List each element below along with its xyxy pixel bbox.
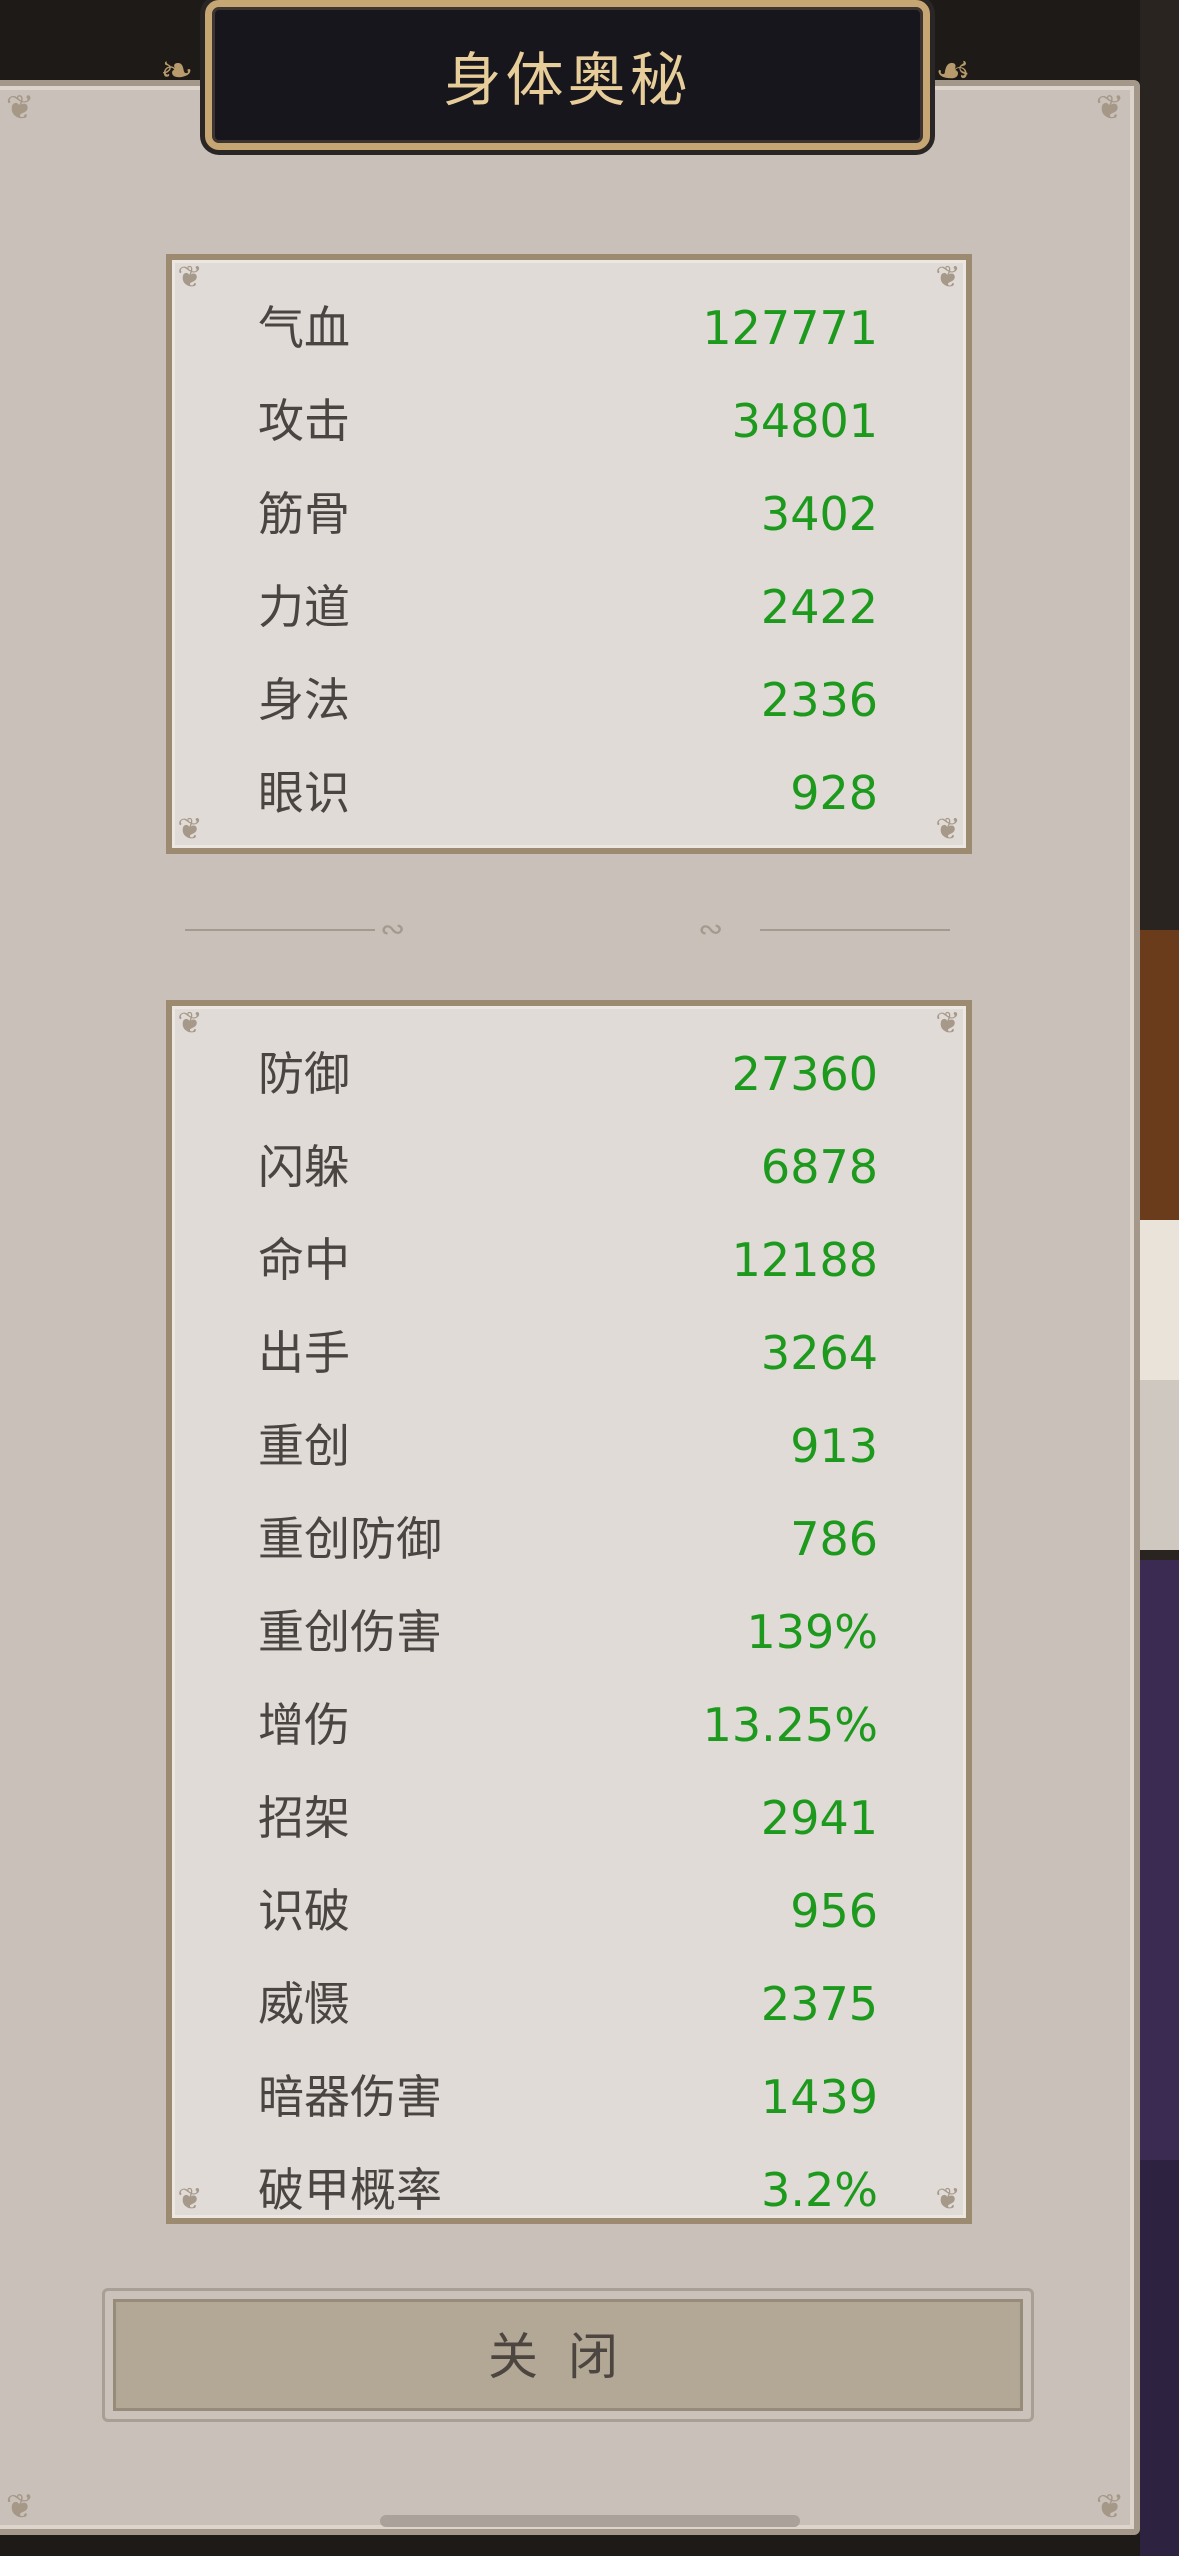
stat-label: 识破 — [258, 1884, 350, 1938]
stat-row: 命中 12188 — [258, 1230, 878, 1290]
stat-label: 身法 — [258, 673, 350, 727]
stat-row: 破甲概率 3.2% — [258, 2160, 878, 2218]
stat-value: 139% — [746, 1605, 878, 1659]
stat-value: 6878 — [760, 1140, 878, 1194]
stat-row: 威慑 2375 — [258, 1974, 878, 2034]
stat-label: 重创伤害 — [258, 1605, 442, 1659]
stat-label: 攻击 — [258, 394, 350, 448]
stat-label: 暗器伤害 — [258, 2070, 442, 2124]
stat-label: 破甲概率 — [258, 2163, 442, 2217]
stat-value: 12188 — [731, 1233, 878, 1287]
stat-label: 招架 — [258, 1791, 350, 1845]
stat-row: 重创伤害 139% — [258, 1602, 878, 1662]
ornament-divider: ∾ — [690, 915, 950, 945]
corner-ornament-icon: ❦ — [935, 812, 961, 847]
stat-value: 1439 — [760, 2070, 878, 2124]
stat-label: 气血 — [258, 301, 350, 355]
stat-value: 127771 — [702, 301, 878, 355]
flourish-icon: ∾ — [698, 912, 724, 947]
stat-label: 命中 — [258, 1233, 350, 1287]
stat-row: 出手 3264 — [258, 1323, 878, 1383]
stat-row: 筋骨 3402 — [258, 484, 878, 544]
stat-row: 识破 956 — [258, 1881, 878, 1941]
corner-ornament-icon: ❦ — [177, 2182, 203, 2217]
page-title: 身体奥秘 — [443, 46, 692, 114]
stat-label: 增伤 — [258, 1698, 350, 1752]
stat-label: 重创防御 — [258, 1512, 442, 1566]
stat-row: 气血 127771 — [258, 298, 878, 358]
primary-stats-box: ❦ ❦ ❦ ❦ 气血 127771 攻击 34801 筋骨 3402 力道 2422 身… — [166, 254, 972, 854]
corner-ornament-icon: ❦ — [935, 1006, 961, 1041]
corner-ornament-icon: ❦ — [5, 2487, 35, 2527]
stat-value: 13.25% — [702, 1698, 878, 1752]
ornament-divider: ∾ — [185, 915, 445, 945]
stat-label: 筋骨 — [258, 487, 350, 541]
stat-row: 闪躲 6878 — [258, 1137, 878, 1197]
corner-ornament-icon: ❦ — [5, 88, 35, 128]
stat-row: 暗器伤害 1439 — [258, 2067, 878, 2127]
stat-value: 3402 — [760, 487, 878, 541]
stat-label: 眼识 — [258, 766, 350, 820]
stat-value: 3.2% — [761, 2163, 878, 2217]
stat-label: 力道 — [258, 580, 350, 634]
stat-row: 眼识 928 — [258, 763, 878, 823]
stat-value: 913 — [790, 1419, 878, 1473]
title-plate: 身体奥秘 — [205, 0, 930, 150]
stat-row: 攻击 34801 — [258, 391, 878, 451]
stat-row: 力道 2422 — [258, 577, 878, 637]
corner-ornament-icon: ❦ — [935, 260, 961, 295]
corner-ornament-icon: ❦ — [177, 812, 203, 847]
stat-row: 招架 2941 — [258, 1788, 878, 1848]
corner-ornament-icon: ❦ — [177, 260, 203, 295]
home-indicator[interactable] — [380, 2515, 800, 2527]
stat-value: 2941 — [760, 1791, 878, 1845]
stat-value: 2422 — [760, 580, 878, 634]
title-left-ornament-icon: ❧ — [160, 48, 194, 94]
stat-row: 身法 2336 — [258, 670, 878, 730]
secondary-stats-scroll-list[interactable]: ❦ ❦ ❦ ❦ 防御 27360 闪躲 6878 命中 12188 出手 3264 重创… — [166, 1000, 972, 2224]
stat-row: 重创 913 — [258, 1416, 878, 1476]
stat-value: 3264 — [760, 1326, 878, 1380]
stat-value: 928 — [790, 766, 878, 820]
stat-row: 增伤 13.25% — [258, 1695, 878, 1755]
corner-ornament-icon: ❦ — [935, 2182, 961, 2217]
stat-value: 2336 — [760, 673, 878, 727]
title-right-ornament-icon: ☙ — [935, 48, 971, 94]
stat-label: 出手 — [258, 1326, 350, 1380]
flourish-icon: ∾ — [380, 912, 406, 947]
corner-ornament-icon: ❦ — [1095, 2487, 1125, 2527]
stat-row: 防御 27360 — [258, 1044, 878, 1104]
close-button[interactable]: 关闭 — [102, 2288, 1034, 2422]
stat-value: 956 — [790, 1884, 878, 1938]
stat-value: 27360 — [731, 1047, 878, 1101]
stat-value: 34801 — [731, 394, 878, 448]
stat-row: 重创防御 786 — [258, 1509, 878, 1569]
stat-value: 786 — [790, 1512, 878, 1566]
stat-label: 闪躲 — [258, 1140, 350, 1194]
stat-label: 重创 — [258, 1419, 350, 1473]
stat-label: 防御 — [258, 1047, 350, 1101]
stat-label: 威慑 — [258, 1977, 350, 2031]
corner-ornament-icon: ❦ — [177, 1006, 203, 1041]
close-button-label: 关闭 — [113, 2299, 1023, 2411]
corner-ornament-icon: ❦ — [1095, 88, 1125, 128]
background-scene — [1140, 0, 1179, 2556]
stat-value: 2375 — [760, 1977, 878, 2031]
